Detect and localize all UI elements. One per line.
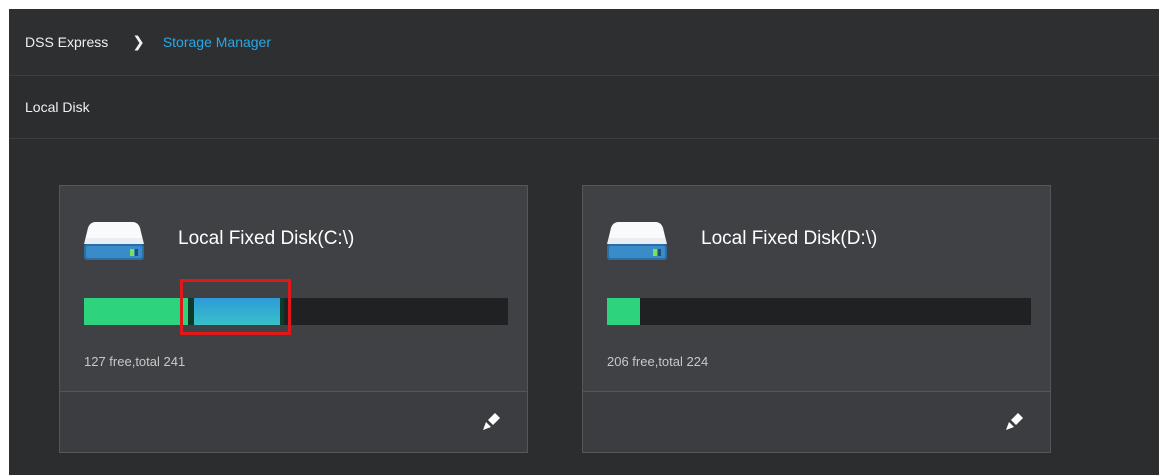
disk-free-text: 127 free,total 241 [84,354,186,369]
hard-drive-icon [84,222,144,260]
disk-title: Local Fixed Disk(D:\) [701,228,878,249]
disk-list: Local Fixed Disk(C:\) 127 free,total 241 [9,139,1159,475]
edit-icon[interactable] [1004,410,1026,432]
disk-usage-bar [84,298,508,325]
disk-usage-used [607,298,640,325]
disk-card-footer [60,391,527,452]
section-title: Local Disk [25,99,90,115]
disk-usage-used [84,298,192,325]
section-header: Local Disk [9,76,1159,139]
storage-manager-window: DSS Express ❯ Storage Manager Local Disk… [9,9,1159,475]
hard-drive-icon [607,222,667,260]
disk-card-footer [583,391,1050,452]
disk-card-header: Local Fixed Disk(D:\) 206 free,total 224 [583,186,1050,369]
disk-card-c: Local Fixed Disk(C:\) 127 free,total 241 [59,185,528,453]
highlight-box [180,279,291,335]
disk-card-header: Local Fixed Disk(C:\) 127 free,total 241 [60,186,527,369]
edit-icon[interactable] [481,410,503,432]
disk-card-d: Local Fixed Disk(D:\) 206 free,total 224 [582,185,1051,453]
breadcrumb-root-link[interactable]: DSS Express [25,34,108,50]
breadcrumb: DSS Express ❯ Storage Manager [9,9,1159,76]
breadcrumb-current: Storage Manager [162,34,272,50]
disk-usage-bar [607,298,1031,325]
disk-title: Local Fixed Disk(C:\) [178,228,355,249]
chevron-right-icon: ❯ [132,34,145,51]
disk-free-text: 206 free,total 224 [607,354,709,369]
